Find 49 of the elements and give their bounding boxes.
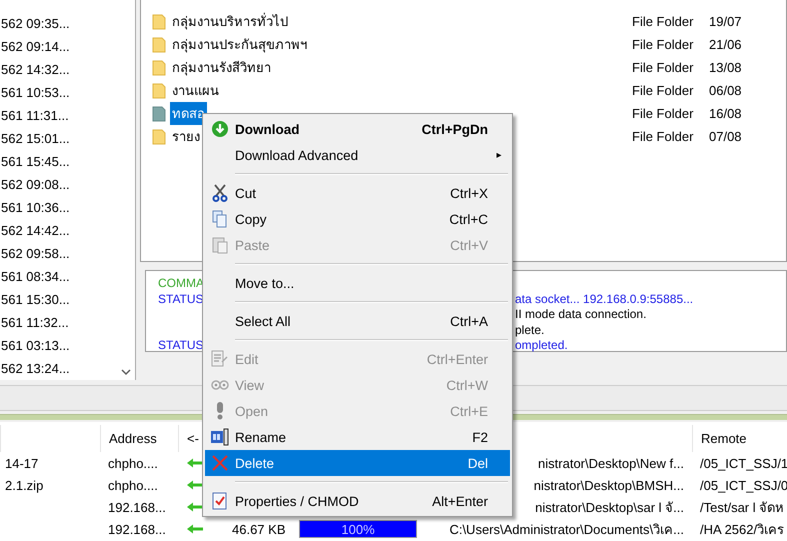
date-cell-text: 561 11:32...: [1, 314, 70, 332]
date-cell-text: 562 15:01...: [1, 130, 71, 148]
date-cell-text: 562 14:42...: [1, 222, 71, 240]
file-type: File Folder: [632, 37, 694, 52]
date-cell-text: 562 13:24...: [1, 360, 71, 378]
file-date: 16/08: [709, 106, 743, 121]
address-cell-text: chpho....: [107, 478, 159, 492]
log-prefix: COMMA: [158, 276, 204, 290]
date-cell-text: 561 03:13...: [1, 337, 71, 355]
file-date: 21/06: [709, 37, 743, 52]
log-prefix: STATUS: [158, 292, 204, 306]
file-name: 2.1.zip: [5, 478, 44, 492]
log-message: ompleted.: [515, 338, 568, 352]
date-cell-text: 561 15:45...: [1, 153, 71, 171]
date-cell-text: 562 09:08...: [1, 176, 71, 194]
log-message: ata socket... 192.168.0.9:55885...: [515, 292, 694, 306]
log-message: plete.: [515, 322, 544, 336]
remote-path: /Test/sar l จัดห: [700, 500, 784, 514]
date-cell-text: 561 11:31...: [1, 107, 70, 125]
file-date: 06/08: [709, 83, 743, 98]
file-date: 07/08: [709, 129, 743, 144]
date-cell-text: 561 10:36...: [1, 199, 71, 217]
address-cell-text: 192.168...: [107, 500, 167, 514]
date-cell-text: 562 14:32...: [1, 61, 71, 79]
log-message: II mode data connection.: [515, 307, 646, 321]
file-type: File Folder: [632, 83, 694, 98]
local-path: nistrator\Desktop\sar l จั...: [535, 500, 684, 514]
file-name: 14-17: [5, 456, 38, 470]
log-prefix: STATUS: [158, 338, 204, 352]
file-date: 13/08: [709, 60, 743, 75]
date-cell-text: 562 09:35...: [1, 15, 71, 33]
address-cell-text: 192.168...: [107, 522, 167, 536]
progress-text: 100%: [341, 522, 375, 536]
local-path: nistrator\Desktop\New f...: [538, 456, 684, 470]
date-cell-text: 561 15:30...: [1, 291, 71, 309]
file-type: File Folder: [632, 60, 694, 75]
date-cell-text: 562 09:14...: [1, 38, 71, 56]
file-type: File Folder: [632, 14, 694, 29]
date-cell-text: 561 10:53...: [1, 84, 71, 102]
local-path: nistrator\Desktop\BMSH...: [534, 478, 684, 492]
file-date: 19/07: [709, 14, 743, 29]
file-type: File Folder: [632, 129, 694, 144]
address-cell-text: chpho....: [107, 456, 159, 470]
size-cell: 46.67 KB: [232, 522, 286, 536]
remote-path: /HA 2562/วิเคร: [700, 522, 784, 536]
file-type: File Folder: [632, 106, 694, 121]
date-cell-text: 561 08:34...: [1, 268, 71, 286]
local-path: C:\Users\Administrator\Documents\วิเค...: [449, 522, 684, 536]
date-cell-text: 562 09:58...: [1, 245, 71, 263]
